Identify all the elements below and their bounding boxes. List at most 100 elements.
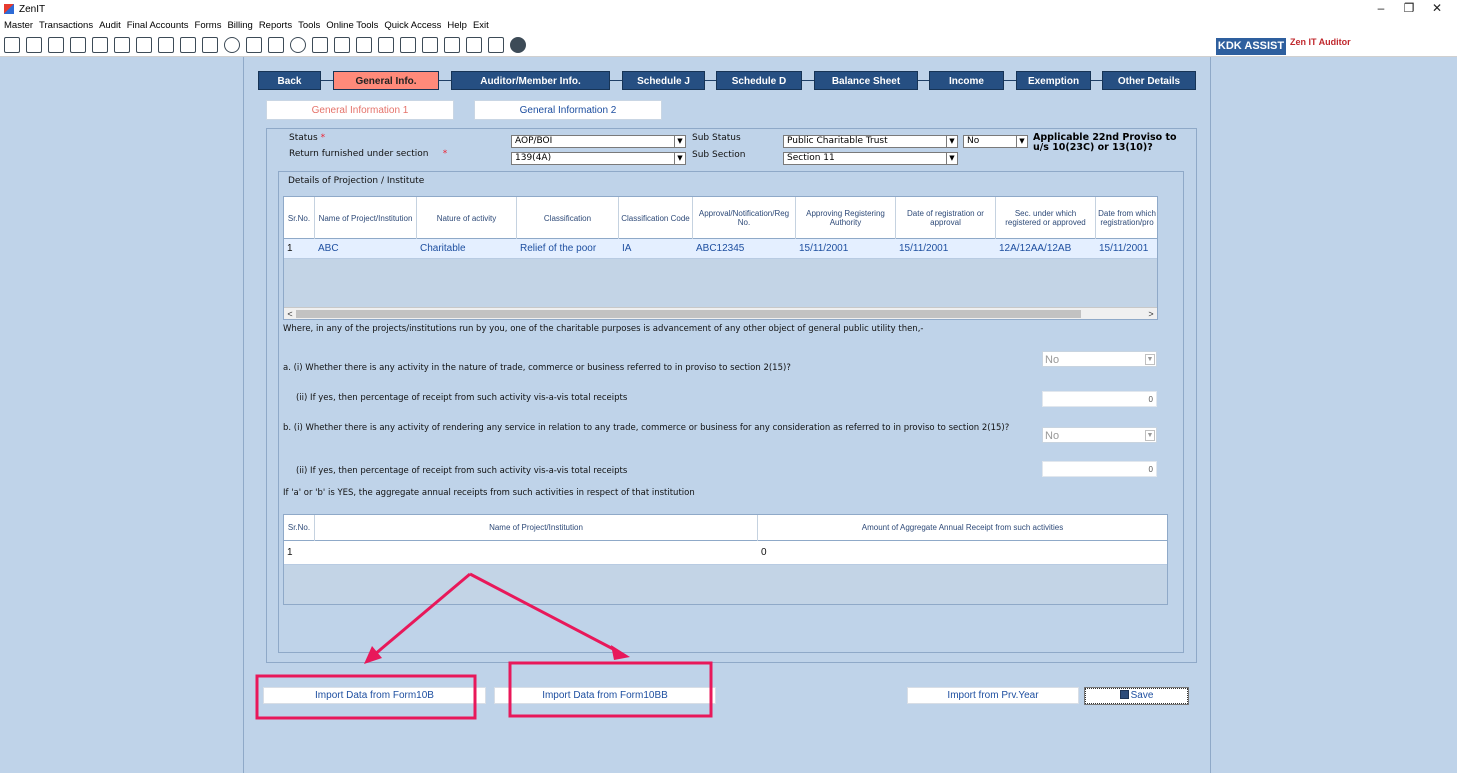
cell-approval-no[interactable]: ABC12345 [693,239,796,259]
question-b1-select[interactable]: No ▼ [1042,427,1157,443]
brand-label: Zen IT Auditor [1290,37,1351,47]
horizontal-scrollbar[interactable]: < > [284,307,1157,319]
building-icon[interactable] [92,37,108,53]
menu-quick-access[interactable]: Quick Access [384,20,441,31]
report-icon[interactable] [334,37,350,53]
col-sr-no: Sr.No. [284,197,315,239]
kdk-assist-button[interactable]: KDK ASSIST [1216,38,1286,55]
projection-grid: Sr.No. Name of Project/Institution Natur… [283,196,1158,320]
bar-chart-icon[interactable] [70,37,86,53]
col-date-from: Date from which registration/pro [1096,197,1157,239]
status-select[interactable]: AOP/BOI ▼ [511,135,686,148]
menu-bar: Master Transactions Audit Final Accounts… [0,18,1457,33]
right-panel [1210,57,1457,773]
tab-balance-sheet[interactable]: Balance Sheet [814,71,918,90]
menu-online-tools[interactable]: Online Tools [326,20,378,31]
sub-section-select[interactable]: Section 11 ▼ [783,152,958,165]
subtab-general-information-1[interactable]: General Information 1 [266,100,454,120]
tax-icon[interactable] [180,37,196,53]
filter-icon[interactable] [158,37,174,53]
menu-transactions[interactable]: Transactions [39,20,93,31]
question-a1-select[interactable]: No ▼ [1042,351,1157,367]
cell-sr-no[interactable]: 1 [284,541,315,565]
document-icon[interactable] [268,37,284,53]
return-section-select[interactable]: 139(4A) ▼ [511,152,686,165]
calculator-icon[interactable] [202,37,218,53]
grid-chart-icon[interactable] [48,37,64,53]
save-button[interactable]: Save [1084,687,1189,705]
tab-exemption[interactable]: Exemption [1016,71,1091,90]
cell-project-name[interactable]: ABC [315,239,417,259]
download-icon[interactable] [378,37,394,53]
save-doc-icon[interactable] [488,37,504,53]
info-icon[interactable] [290,37,306,53]
scroll-right-arrow[interactable]: > [1145,308,1157,319]
question-a2-input[interactable]: 0 [1042,391,1157,407]
aggregate-note: If 'a' or 'b' is YES, the aggregate annu… [283,488,695,498]
table-row[interactable]: 1 ABC Charitable Relief of the poor IA A… [284,239,1157,259]
close-button[interactable]: ✕ [1425,0,1449,18]
aggregate-grid: Sr.No. Name of Project/Institution Amoun… [283,514,1168,605]
menu-audit[interactable]: Audit [99,20,121,31]
scroll-left-arrow[interactable]: < [284,308,296,319]
three-cd-icon[interactable] [466,37,482,53]
pie-icon[interactable] [224,37,240,53]
tab-schedule-j[interactable]: Schedule J [622,71,705,90]
menu-forms[interactable]: Forms [195,20,222,31]
cell-classification[interactable]: Relief of the poor [517,239,619,259]
tab-general-info[interactable]: General Info. [333,71,439,90]
cell-sr-no[interactable]: 1 [284,239,315,259]
menu-help[interactable]: Help [447,20,467,31]
sub-section-label: Sub Section [692,150,746,160]
calendar-icon[interactable] [356,37,372,53]
menu-exit[interactable]: Exit [473,20,489,31]
import-form10bb-button[interactable]: Import Data from Form10BB [494,687,716,704]
image-icon[interactable] [400,37,416,53]
subtab-general-information-2[interactable]: General Information 2 [474,100,662,120]
question-b2-input[interactable]: 0 [1042,461,1157,477]
tab-back[interactable]: Back [258,71,321,90]
people-icon[interactable] [114,37,130,53]
minimize-button[interactable]: – [1369,0,1393,18]
chevron-down-icon: ▼ [1145,430,1155,441]
close-circle-icon[interactable] [510,37,526,53]
chevron-down-icon: ▼ [674,136,685,147]
user-day-icon[interactable] [246,37,262,53]
tab-auditor-member-info[interactable]: Auditor/Member Info. [451,71,610,90]
import-form10b-button[interactable]: Import Data from Form10B [263,687,486,704]
col-project-name: Name of Project/Institution [315,515,758,541]
menu-master[interactable]: Master [4,20,33,31]
table-row[interactable]: 1 0 [284,541,1167,565]
proviso-select[interactable]: No ▼ [963,135,1028,148]
import-prev-year-button[interactable]: Import from Prv.Year [907,687,1079,704]
bank-icon[interactable] [444,37,460,53]
cell-aggregate-amount[interactable]: 0 [758,541,958,565]
col-nature: Nature of activity [417,197,517,239]
cell-authority[interactable]: 15/11/2001 [796,239,896,259]
cell-section[interactable]: 12A/12AA/12AB [996,239,1096,259]
return-section-label: Return furnished under section * [289,149,448,159]
cell-date-from[interactable]: 15/11/2001 [1096,239,1157,259]
tab-income[interactable]: Income [929,71,1004,90]
tab-other-details[interactable]: Other Details [1102,71,1196,90]
col-section: Sec. under which registered or approved [996,197,1096,239]
bs-icon[interactable] [422,37,438,53]
menu-billing[interactable]: Billing [227,20,252,31]
cell-nature[interactable]: Charitable [417,239,517,259]
menu-reports[interactable]: Reports [259,20,292,31]
sub-status-select[interactable]: Public Charitable Trust ▼ [783,135,958,148]
col-aggregate-amount: Amount of Aggregate Annual Receipt from … [861,523,1064,532]
tag-icon[interactable] [136,37,152,53]
cell-classification-code[interactable]: IA [619,239,693,259]
restore-button[interactable]: ❐ [1397,0,1421,18]
menu-final-accounts[interactable]: Final Accounts [127,20,189,31]
tab-schedule-d[interactable]: Schedule D [716,71,802,90]
menu-tools[interactable]: Tools [298,20,320,31]
scroll-thumb[interactable] [296,310,1081,318]
cell-project-name[interactable] [315,541,758,565]
cell-reg-date[interactable]: 15/11/2001 [896,239,996,259]
home-icon[interactable] [26,37,42,53]
table-icon[interactable] [312,37,328,53]
rupee-doc-icon[interactable] [4,37,20,53]
col-sr-no: Sr.No. [284,515,315,541]
